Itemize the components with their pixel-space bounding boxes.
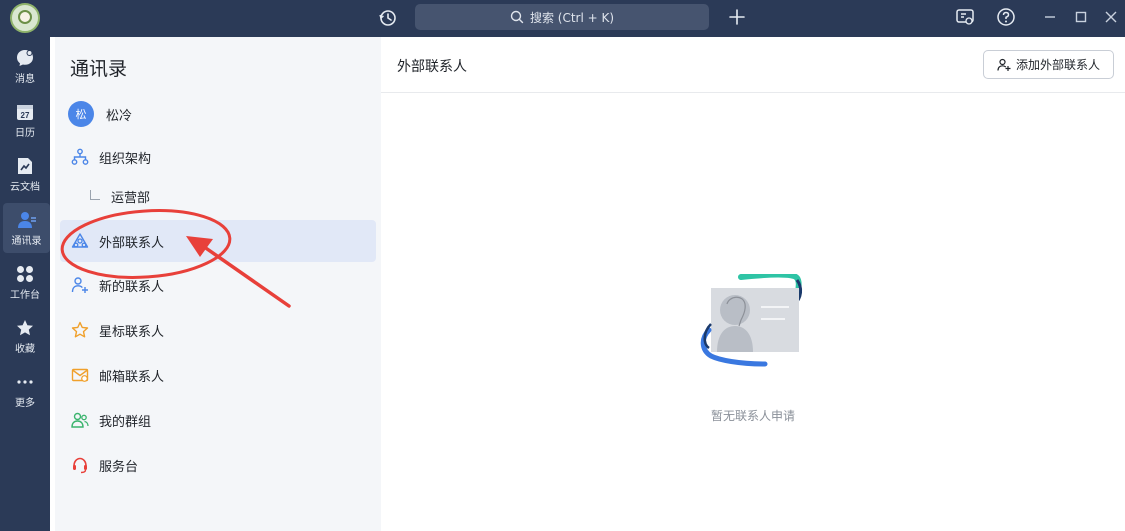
main-header: 外部联系人 添加外部联系人 [381, 37, 1125, 93]
nav-item-label: 外部联系人 [99, 235, 165, 251]
nav-item-starred-contacts[interactable]: 星标联系人 [60, 310, 376, 350]
contacts-icon [17, 212, 36, 228]
rail-label: 云文档 [10, 182, 40, 193]
notification-settings-icon[interactable] [954, 6, 976, 28]
nav-item-label: 星标联系人 [99, 324, 165, 340]
main-content: 外部联系人 添加外部联系人 暂无联系人申请 [381, 37, 1125, 531]
add-person-icon [70, 275, 90, 295]
user-name: 松冷 [106, 108, 133, 124]
panel-title: 通讯录 [70, 58, 128, 80]
search-placeholder: 搜索 (Ctrl + K) [529, 10, 615, 25]
group-icon [70, 410, 90, 430]
search-icon [510, 10, 524, 24]
cloud-doc-icon [18, 158, 32, 174]
nav-item-label: 新的联系人 [99, 279, 165, 295]
tree-connector [90, 189, 100, 200]
nav-item-label: 运营部 [111, 191, 151, 206]
rail-label: 日历 [15, 128, 35, 139]
page-title: 外部联系人 [397, 59, 467, 75]
minimize-icon[interactable] [1039, 6, 1061, 28]
org-chart-icon [70, 147, 90, 167]
star-outline-icon [70, 320, 90, 340]
search-input[interactable]: 搜索 (Ctrl + K) [415, 4, 709, 30]
mail-icon [70, 365, 90, 385]
rail-label: 通讯录 [11, 236, 42, 247]
rail-label: 工作台 [10, 290, 40, 301]
empty-contact-card-illustration [700, 274, 803, 367]
rail-item-workbench[interactable]: 工作台 [0, 257, 50, 307]
plus-icon[interactable] [727, 7, 747, 27]
workbench-icon [17, 266, 33, 282]
rail-label: 收藏 [15, 344, 35, 355]
star-icon [17, 320, 33, 336]
rail-label: 更多 [15, 398, 35, 409]
empty-state-text: 暂无联系人申请 [710, 409, 795, 423]
history-icon[interactable] [377, 7, 399, 29]
rail-item-messages[interactable]: 消息 [0, 41, 50, 91]
nav-item-label: 服务台 [99, 459, 139, 475]
calendar-icon: 27 [17, 105, 33, 120]
current-user-item[interactable]: 松 松冷 [60, 94, 376, 134]
rail-item-favorites[interactable]: 收藏 [0, 311, 50, 361]
add-person-icon [997, 58, 1011, 71]
rail-item-cloud-docs[interactable]: 云文档 [0, 149, 50, 199]
app-rail: 消息 27 日历 云文档 通讯录 工作台 收藏 更多 [0, 37, 50, 531]
external-contacts-icon [70, 231, 90, 251]
rail-item-more[interactable]: 更多 [0, 365, 50, 415]
more-icon [17, 380, 33, 384]
nav-item-label: 我的群组 [99, 414, 152, 430]
rail-label: 消息 [15, 74, 35, 85]
rail-item-calendar[interactable]: 27 日历 [0, 95, 50, 145]
nav-item-my-groups[interactable]: 我的群组 [60, 400, 376, 440]
contacts-panel: 通讯录 松 松冷 组织架构 运营部 外部联系人 新的联系人 星标联系人 邮箱联系… [55, 37, 381, 531]
nav-item-label: 组织架构 [99, 151, 152, 167]
add-button-label: 添加外部联系人 [1015, 58, 1100, 72]
close-icon[interactable] [1100, 6, 1122, 28]
calendar-day: 27 [21, 111, 30, 120]
maximize-icon[interactable] [1070, 6, 1092, 28]
nav-item-operations-dept[interactable]: 运营部 [90, 187, 150, 206]
nav-item-org-structure[interactable]: 组织架构 [60, 137, 376, 177]
message-icon [17, 50, 33, 66]
headset-icon [70, 455, 90, 475]
top-bar: 搜索 (Ctrl + K) [0, 0, 1125, 37]
nav-item-external-contacts[interactable]: 外部联系人 [60, 220, 376, 262]
user-avatar[interactable] [10, 3, 40, 33]
nav-item-email-contacts[interactable]: 邮箱联系人 [60, 355, 376, 395]
nav-item-label: 邮箱联系人 [99, 369, 165, 385]
rail-item-contacts[interactable]: 通讯录 [3, 203, 50, 253]
add-external-contact-button[interactable]: 添加外部联系人 [983, 50, 1114, 79]
help-icon[interactable] [995, 6, 1017, 28]
nav-item-new-contacts[interactable]: 新的联系人 [60, 265, 376, 305]
nav-item-service-desk[interactable]: 服务台 [60, 445, 376, 485]
user-avatar-badge: 松 [68, 101, 94, 127]
